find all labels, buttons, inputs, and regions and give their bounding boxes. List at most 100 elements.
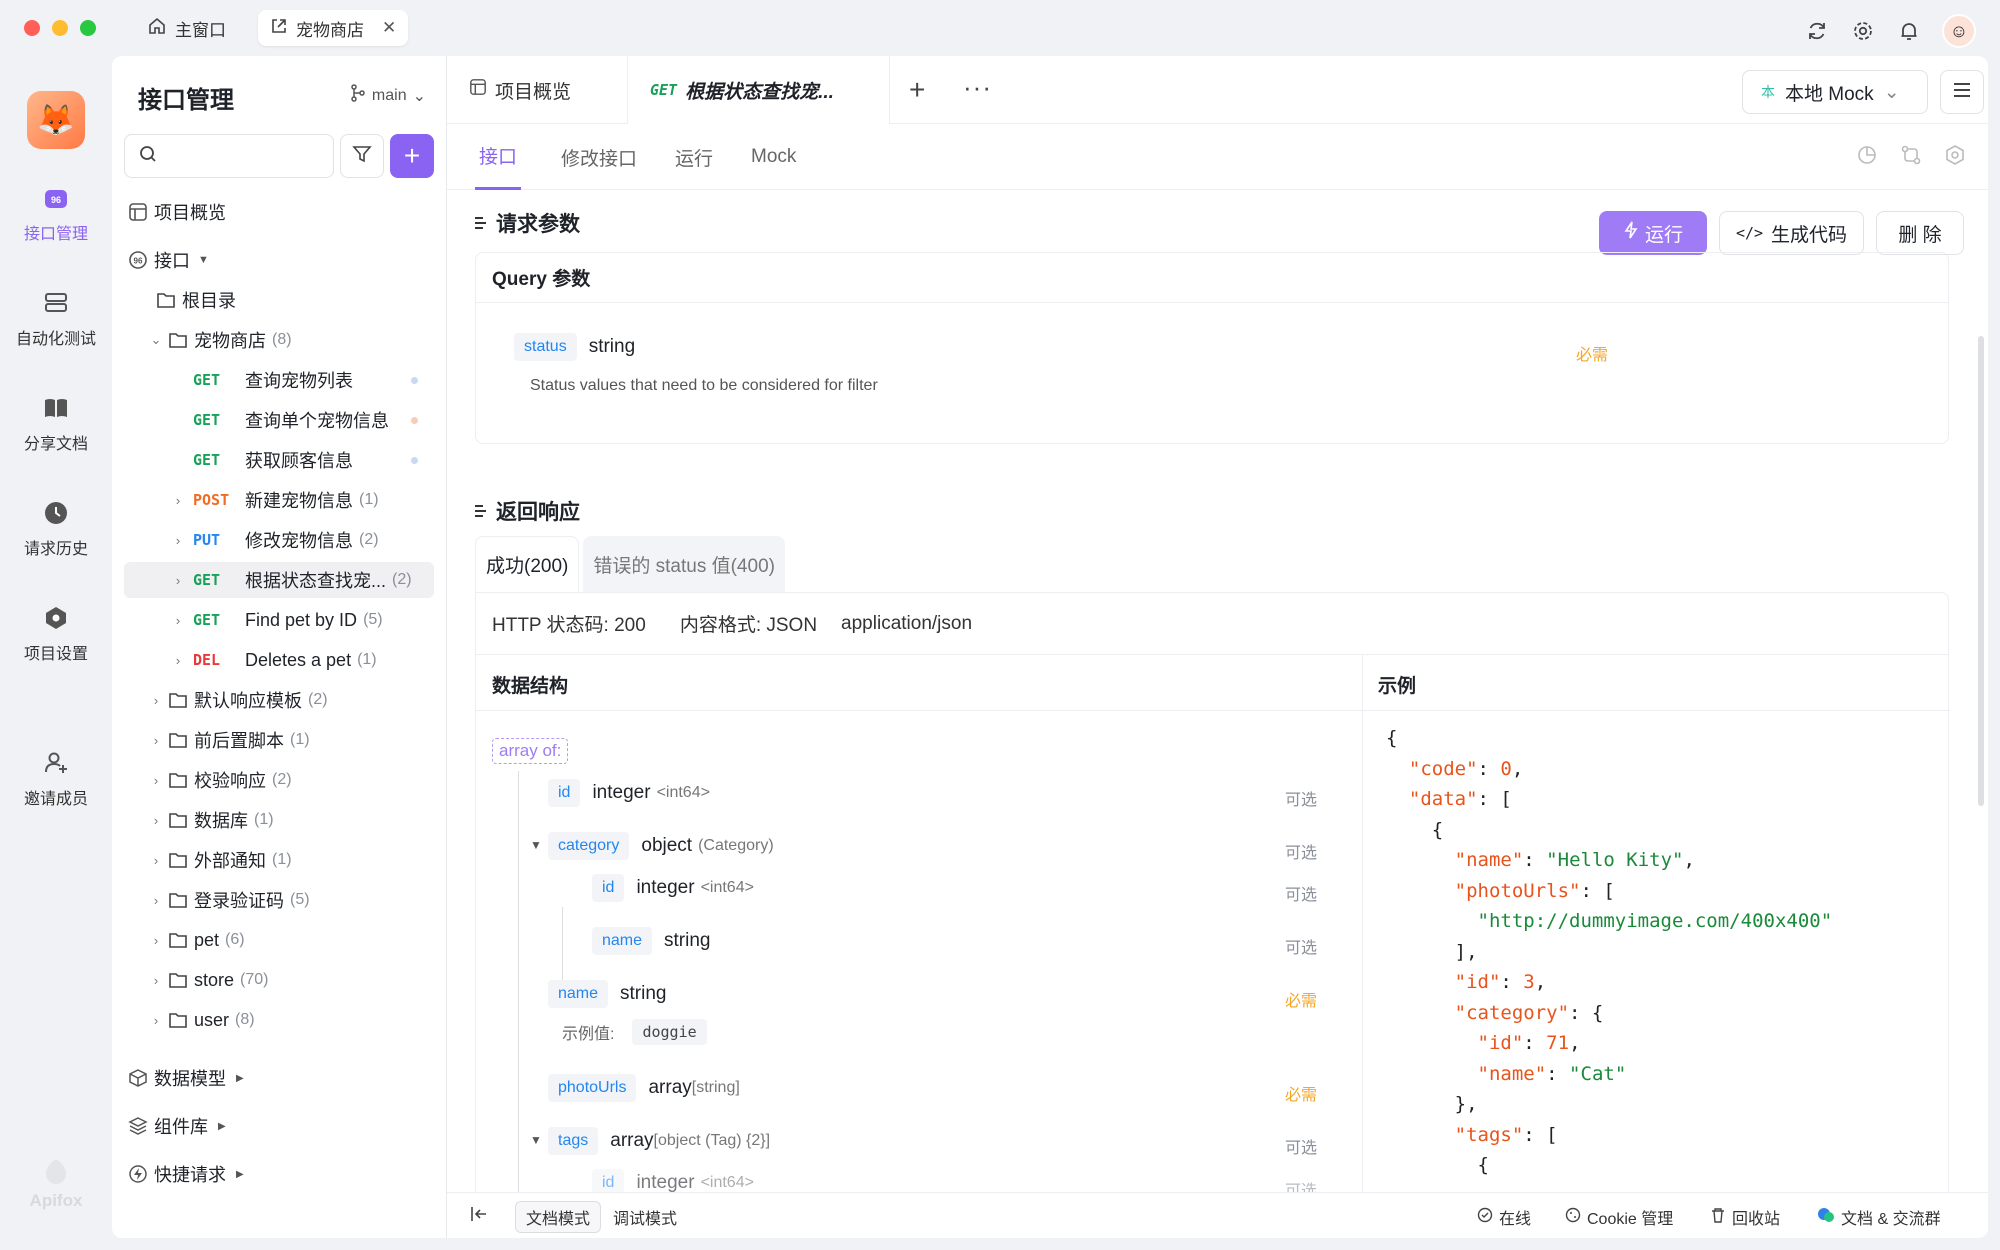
search-icon: [139, 145, 157, 168]
tree-endpoint[interactable]: › POST 新建宠物信息 (1): [124, 482, 434, 518]
tree-item-overview[interactable]: 项目概览: [124, 194, 434, 230]
chevron-right-icon[interactable]: ›: [148, 853, 164, 868]
add-button[interactable]: +: [390, 134, 434, 178]
tree-endpoint[interactable]: › DEL Deletes a pet (1): [124, 642, 434, 678]
window-tab-store[interactable]: 宠物商店 ✕: [258, 10, 409, 46]
response-tab-200[interactable]: 成功(200): [475, 536, 580, 592]
tab-endpoint-active[interactable]: GET 根据状态查找宠...: [627, 56, 890, 124]
tree-endpoint[interactable]: › PUT 修改宠物信息 (2): [124, 522, 434, 558]
response-tab-400[interactable]: 错误的 status 值(400): [583, 536, 785, 592]
rail-item-share[interactable]: 分享文档: [0, 394, 112, 454]
tree-endpoint-selected[interactable]: › GET 根据状态查找宠... (2): [124, 562, 434, 598]
tree-folder[interactable]: › 前后置脚本 (1): [124, 722, 434, 758]
rail-item-autotest[interactable]: 自动化测试: [0, 289, 112, 349]
tree-folder[interactable]: › 数据库 (1): [124, 802, 434, 838]
collapse-sidebar-icon[interactable]: [469, 1204, 489, 1229]
doc-mode-button[interactable]: 文档模式: [515, 1201, 602, 1233]
chevron-down-icon[interactable]: ⌄: [148, 332, 164, 348]
caret-down-icon[interactable]: ▼: [530, 838, 542, 852]
share-node-icon[interactable]: [1900, 144, 1922, 171]
chevron-right-icon[interactable]: ›: [148, 1013, 164, 1028]
tree-item-api-root[interactable]: 96 接口 ▼: [124, 242, 434, 278]
chevron-right-icon[interactable]: ›: [148, 773, 164, 788]
section-bars-icon: [475, 217, 486, 229]
chevron-right-icon[interactable]: ›: [148, 813, 164, 828]
field-type: integer: [636, 877, 695, 898]
environment-badge: 本: [1761, 84, 1775, 100]
tree-folder[interactable]: › user (8): [124, 1002, 434, 1038]
branch-selector[interactable]: main ⌄: [350, 84, 426, 107]
tree-folder[interactable]: › 校验响应 (2): [124, 762, 434, 798]
chevron-right-icon[interactable]: ›: [148, 893, 164, 908]
chevron-right-icon[interactable]: ›: [170, 613, 186, 628]
chevron-right-icon[interactable]: ›: [170, 493, 186, 508]
tab-edit-api[interactable]: 修改接口: [561, 124, 637, 190]
refresh-icon[interactable]: [1804, 18, 1830, 44]
new-tab-button[interactable]: +: [909, 74, 925, 106]
tree-item-root-dir[interactable]: 根目录: [124, 282, 434, 318]
tree-folder[interactable]: › pet (6): [124, 922, 434, 958]
rail-item-api[interactable]: 96 接口管理: [0, 184, 112, 244]
tree-folder[interactable]: › 登录验证码 (5): [124, 882, 434, 918]
more-icon[interactable]: ···: [963, 72, 992, 103]
chevron-right-icon[interactable]: ›: [170, 573, 186, 588]
section-bars-icon: [475, 505, 486, 517]
sidebar-title: 接口管理: [138, 87, 234, 114]
menu-button[interactable]: [1940, 70, 1984, 114]
docs-label: 文档 & 交流群: [1841, 1211, 1941, 1228]
tree-item-data-model[interactable]: 数据模型 ▶: [124, 1060, 434, 1096]
gear-icon[interactable]: [1944, 144, 1966, 171]
filter-button[interactable]: [340, 134, 384, 178]
minimize-window-button[interactable]: [52, 20, 68, 36]
tree-endpoint[interactable]: › GET Find pet by ID (5): [124, 602, 434, 638]
user-avatar[interactable]: ☺: [1942, 14, 1976, 48]
tab-project-overview[interactable]: 项目概览: [447, 56, 593, 124]
run-button[interactable]: 运行: [1599, 211, 1707, 255]
schema-column-title: 数据结构: [492, 676, 569, 697]
tree-endpoint[interactable]: GET 获取顾客信息: [124, 442, 434, 478]
tab-run[interactable]: 运行: [675, 124, 713, 190]
chevron-right-icon[interactable]: ›: [148, 973, 164, 988]
status-dot: [411, 416, 418, 424]
rail-item-settings[interactable]: 项目设置: [0, 604, 112, 664]
caret-down-icon[interactable]: ▼: [530, 1133, 542, 1147]
online-status[interactable]: 在线: [1477, 1205, 1531, 1229]
tree-folder[interactable]: › store (70): [124, 962, 434, 998]
rail-item-invite[interactable]: 邀请成员: [0, 749, 112, 809]
docs-community[interactable]: 文档 & 交流群: [1817, 1205, 1941, 1229]
chevron-right-icon[interactable]: ›: [148, 933, 164, 948]
tree-endpoint[interactable]: GET 查询宠物列表: [124, 362, 434, 398]
trash-bin[interactable]: 回收站: [1710, 1205, 1780, 1229]
tree-folder-pet-store[interactable]: ⌄ 宠物商店 (8): [124, 322, 434, 358]
zoom-window-button[interactable]: [80, 20, 96, 36]
chevron-right-icon[interactable]: ›: [170, 653, 186, 668]
debug-mode-button[interactable]: 调试模式: [603, 1201, 687, 1233]
tree-item-count: (1): [357, 651, 377, 668]
close-window-button[interactable]: [24, 20, 40, 36]
close-tab-icon[interactable]: ✕: [382, 18, 396, 38]
tab-api[interactable]: 接口: [475, 124, 522, 190]
environment-selector[interactable]: 本 本地 Mock ⌄: [1742, 70, 1928, 114]
window-tab-home[interactable]: 主窗口: [135, 10, 238, 46]
tree-item-quick-request[interactable]: 快捷请求 ▶: [124, 1156, 434, 1192]
tree-folder[interactable]: › 默认响应模板 (2): [124, 682, 434, 718]
rail-item-history[interactable]: 请求历史: [0, 499, 112, 559]
tree-endpoint[interactable]: GET 查询单个宠物信息: [124, 402, 434, 438]
pie-icon[interactable]: [1856, 144, 1878, 171]
settings-icon[interactable]: [1850, 18, 1876, 44]
tree-folder[interactable]: › 外部通知 (1): [124, 842, 434, 878]
scrollbar-thumb[interactable]: [1978, 336, 1984, 806]
content-type: application/json: [841, 612, 973, 634]
generate-code-button[interactable]: </> 生成代码: [1719, 211, 1864, 255]
cookie-manager[interactable]: Cookie 管理: [1565, 1205, 1673, 1229]
delete-button[interactable]: 删 除: [1876, 211, 1964, 255]
chevron-right-icon[interactable]: ›: [148, 693, 164, 708]
search-input[interactable]: [165, 147, 315, 165]
chevron-right-icon[interactable]: ›: [170, 533, 186, 548]
sidebar-search[interactable]: [124, 134, 334, 178]
tree-item-components[interactable]: 组件库 ▶: [124, 1108, 434, 1144]
cookie-label: Cookie 管理: [1587, 1211, 1674, 1228]
bell-icon[interactable]: [1896, 18, 1922, 44]
tab-mock[interactable]: Mock: [751, 124, 796, 190]
chevron-right-icon[interactable]: ›: [148, 733, 164, 748]
